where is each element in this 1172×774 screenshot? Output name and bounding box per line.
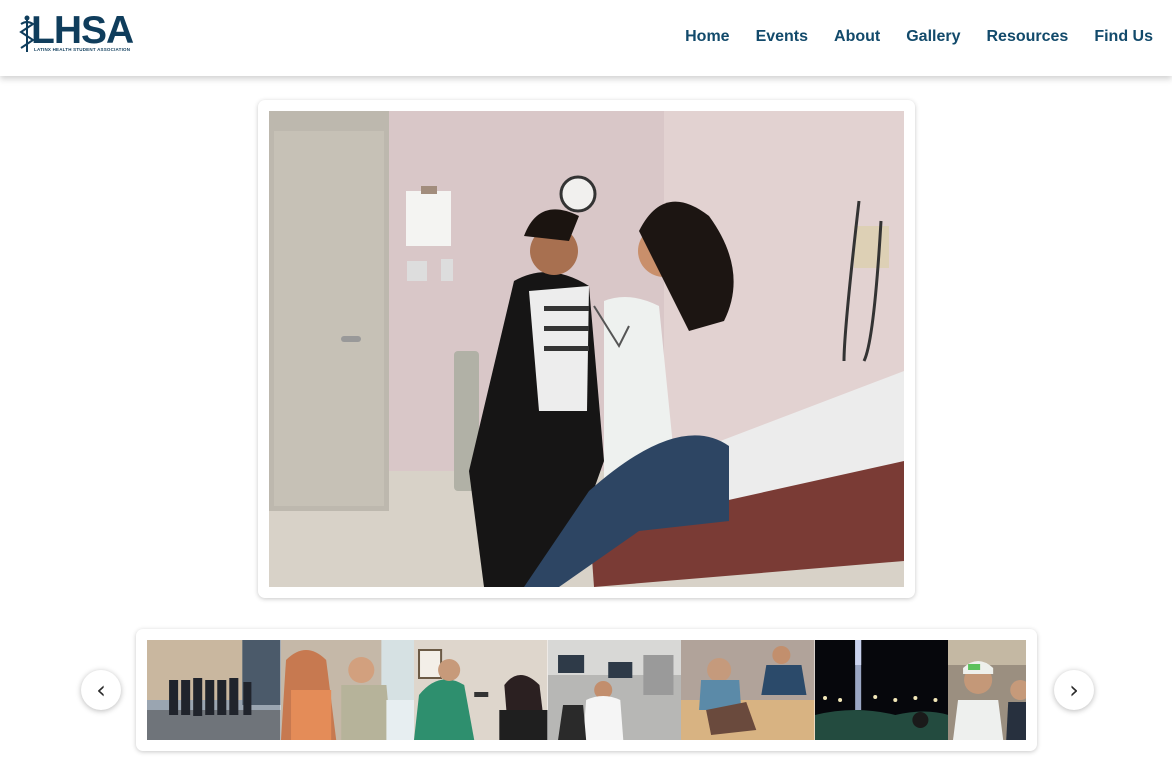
lhsa-logo[interactable]: LHSA LATINX HEALTH STUDENT ASSOCIATION — [17, 10, 134, 56]
gallery-prev-button[interactable]: ‹ — [81, 670, 121, 710]
logo-tagline: LATINX HEALTH STUDENT ASSOCIATION — [34, 47, 131, 52]
thumbnail-strip — [136, 629, 1037, 751]
logo-text: LHSA — [31, 9, 134, 52]
thumbnail-2[interactable] — [280, 640, 415, 740]
nav-resources[interactable]: Resources — [987, 27, 1069, 47]
main-photo-frame — [258, 100, 915, 598]
thumbnail-7[interactable] — [948, 640, 1026, 740]
nav-home[interactable]: Home — [685, 27, 729, 47]
thumbnail-3[interactable] — [414, 640, 548, 740]
main-nav: Home Events About Gallery Resources Find… — [685, 27, 1153, 47]
nav-events[interactable]: Events — [756, 27, 808, 47]
thumbnail-6[interactable] — [814, 640, 949, 740]
navbar: LHSA LATINX HEALTH STUDENT ASSOCIATION H… — [0, 0, 1172, 76]
thumbnail-track — [147, 640, 1026, 740]
gallery-next-button[interactable]: › — [1054, 670, 1094, 710]
thumbnail-5[interactable] — [681, 640, 815, 740]
thumbnail-1[interactable] — [147, 640, 281, 740]
nav-about[interactable]: About — [834, 27, 880, 47]
nav-find-us[interactable]: Find Us — [1094, 27, 1153, 47]
nav-gallery[interactable]: Gallery — [906, 27, 960, 47]
chevron-right-icon: › — [1069, 676, 1079, 704]
main-gallery-photo — [269, 111, 904, 587]
thumbnail-4[interactable] — [547, 640, 682, 740]
chevron-left-icon: ‹ — [96, 676, 106, 704]
